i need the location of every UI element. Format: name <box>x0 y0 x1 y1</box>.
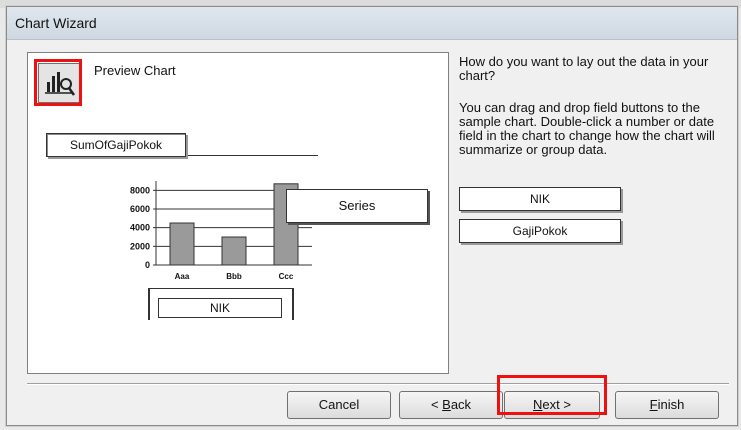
finish-accel: F <box>649 397 658 412</box>
back-button[interactable]: < Back <box>399 391 503 419</box>
y-tick-label: 4000 <box>130 223 150 233</box>
back-symbol: < <box>430 397 443 412</box>
chart-wizard-dialog: Chart Wizard Preview Chart SumOfGajiPoko… <box>6 6 738 426</box>
y-tick-label: 8000 <box>130 185 150 195</box>
finish-rest: inish <box>657 397 685 412</box>
preview-label-accel: P <box>94 63 103 78</box>
series-field-button[interactable]: Series <box>286 189 428 223</box>
axis-field-button[interactable]: NIK <box>158 298 282 318</box>
layout-question: How do you want to lay out the data in y… <box>459 54 709 83</box>
preview-label-rest: review Chart <box>102 63 176 78</box>
y-tick-label: 6000 <box>130 204 150 214</box>
x-tick-label: Aaa <box>175 272 190 281</box>
help-text: You can drag and drop field buttons to t… <box>459 100 715 157</box>
back-accel: B <box>442 397 451 412</box>
cancel-button[interactable]: Cancel <box>287 391 391 419</box>
axis-well-right <box>292 288 294 320</box>
bar <box>169 222 195 266</box>
finish-button[interactable]: Finish <box>615 391 719 419</box>
y-tick-label: 0 <box>145 260 150 270</box>
y-tick-label: 2000 <box>130 241 150 251</box>
back-rest: ack <box>450 397 472 412</box>
data-field-button[interactable]: SumOfGajiPokok <box>46 133 186 157</box>
field-button-gajipokok[interactable]: GajiPokok <box>459 219 621 243</box>
window-title: Chart Wizard <box>15 15 97 31</box>
preview-chart-label: Preview Chart <box>94 63 176 78</box>
button-separator <box>27 383 729 385</box>
data-well-line <box>188 155 318 156</box>
axis-well-left <box>148 288 150 320</box>
next-button-highlight <box>497 375 607 415</box>
title-bar: Chart Wizard <box>7 7 737 40</box>
preview-button-highlight <box>34 59 82 106</box>
field-button-nik[interactable]: NIK <box>459 187 621 211</box>
chart-preview-panel: Preview Chart SumOfGajiPokok 8000 6000 400… <box>27 52 449 374</box>
bar <box>221 236 247 266</box>
x-tick-label: Bbb <box>226 272 242 281</box>
x-tick-label: Ccc <box>279 272 294 281</box>
axis-well-top <box>148 288 294 289</box>
